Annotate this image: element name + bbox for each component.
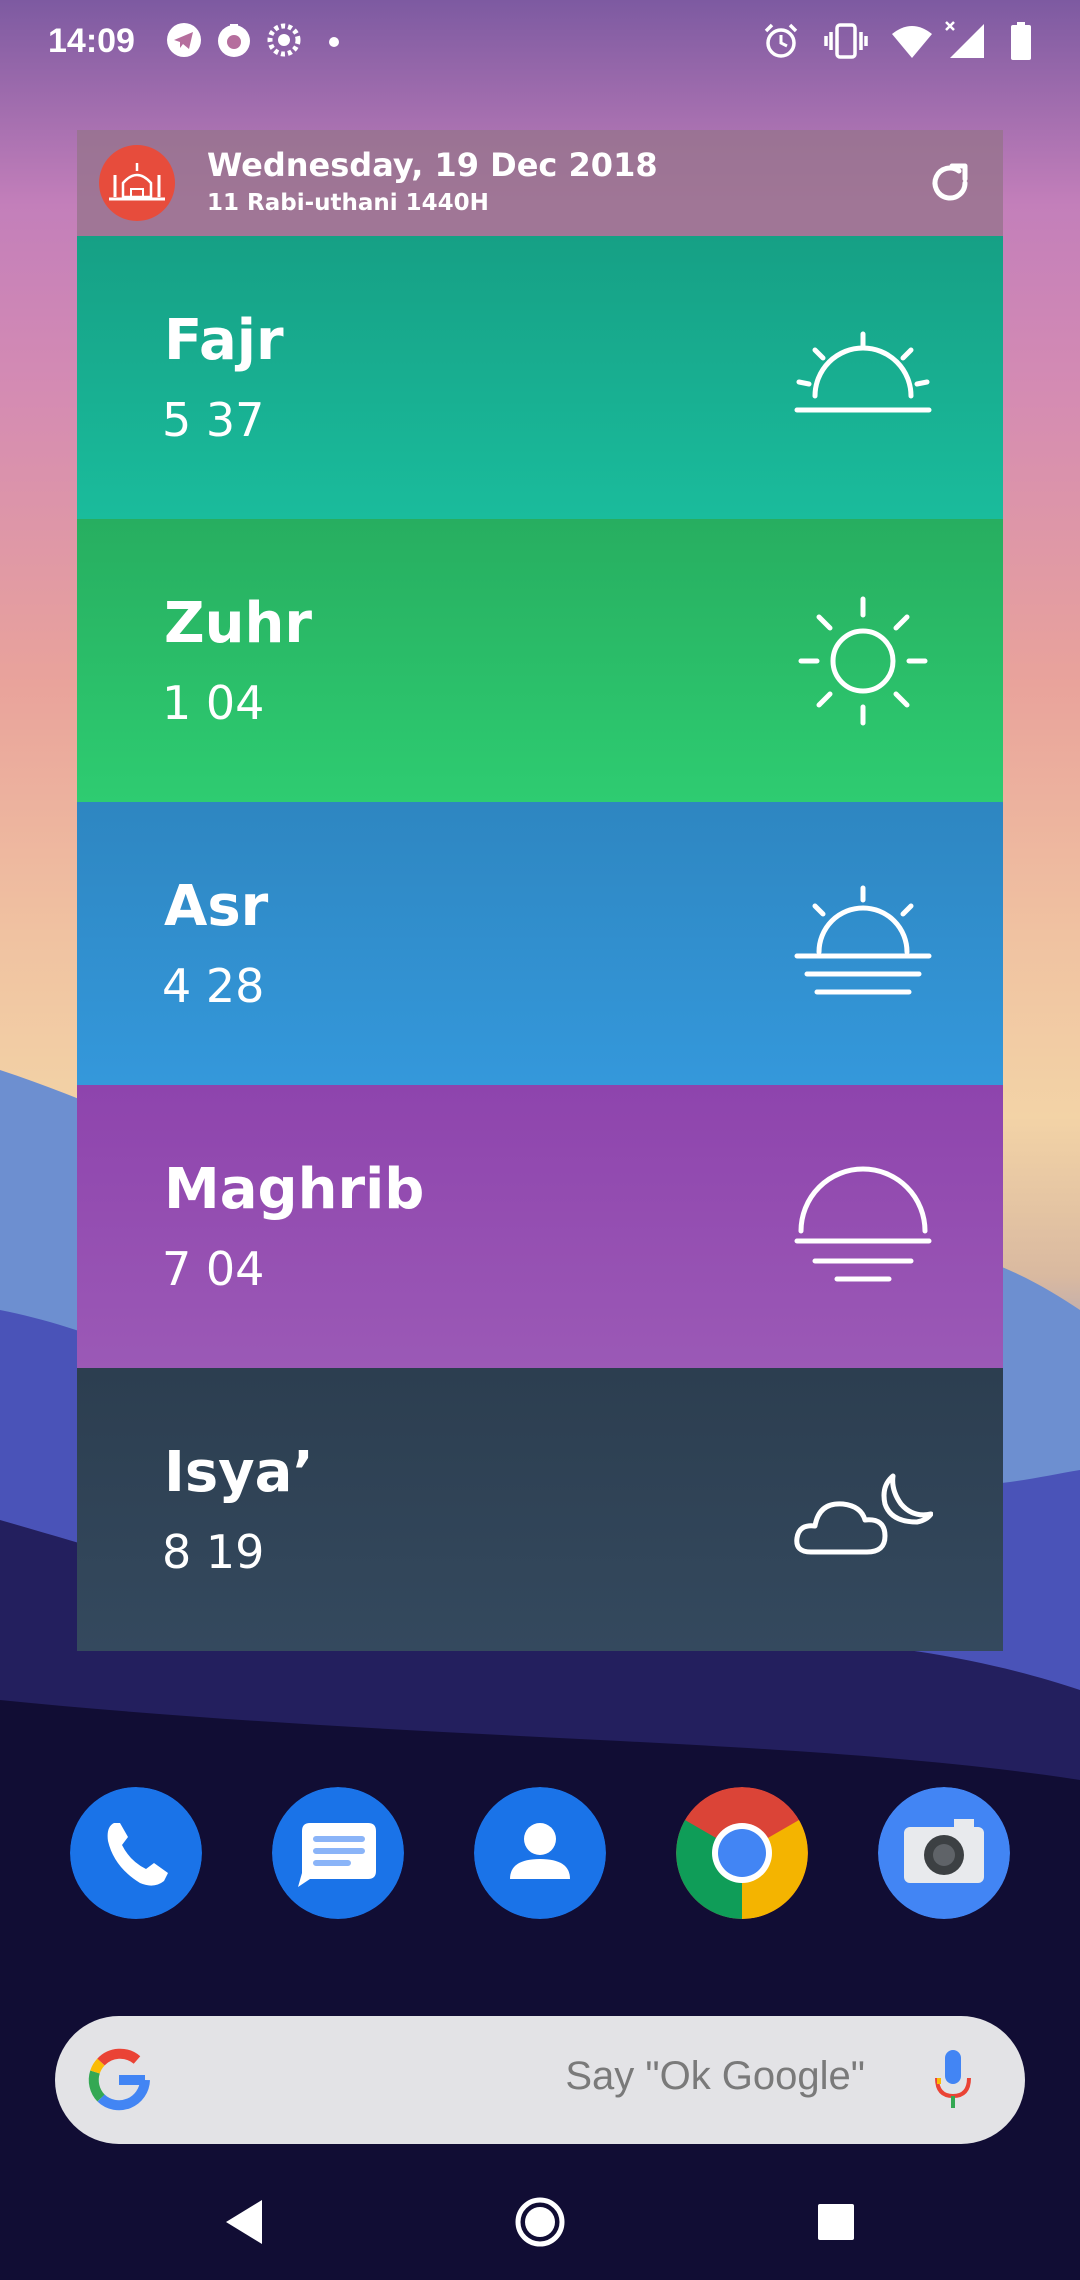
messages-icon[interactable] [272, 1787, 404, 1919]
contacts-icon[interactable] [474, 1787, 606, 1919]
cloud-moon-icon [794, 1473, 933, 1555]
prayer-row-isya[interactable]: Isya’ 8 19 [77, 1368, 1003, 1651]
dot-icon [329, 37, 339, 47]
prayer-row-fajr[interactable]: Fajr 5 37 [77, 236, 1003, 519]
hijri-date: 11 Rabi-uthani 1440H [207, 190, 489, 216]
sunset-icon [794, 1166, 932, 1282]
prayer-times-widget[interactable]: Wednesday, 19 Dec 2018 11 Rabi-uthani 14… [77, 130, 1003, 1651]
telegram-icon [167, 23, 201, 57]
mic-icon[interactable] [933, 2048, 973, 2112]
battery-icon [1011, 22, 1031, 60]
sun-icon [798, 596, 928, 726]
prayer-time: 7 04 [162, 1242, 265, 1296]
prayer-name: Asr [164, 874, 269, 939]
prayer-row-zuhr[interactable]: Zuhr 1 04 [77, 519, 1003, 802]
google-search-bar[interactable]: Say "Ok Google" [55, 2016, 1025, 2144]
home-button[interactable] [510, 2192, 570, 2252]
prayer-row-maghrib[interactable]: Maghrib 7 04 [77, 1085, 1003, 1368]
status-bar: 14:09 [0, 0, 1080, 92]
back-button[interactable] [214, 2192, 274, 2252]
alarm-icon [764, 23, 798, 58]
cell-signal-icon [945, 21, 984, 58]
prayer-time: 8 19 [162, 1525, 265, 1579]
prayer-name: Isya’ [164, 1440, 314, 1505]
camera-icon[interactable] [878, 1787, 1010, 1919]
gregorian-date: Wednesday, 19 Dec 2018 [207, 146, 658, 184]
search-hint: Say "Ok Google" [565, 2054, 865, 2098]
prayer-time: 4 28 [162, 959, 265, 1013]
vibrate-icon [824, 23, 868, 59]
recents-button[interactable] [806, 2192, 866, 2252]
widget-header: Wednesday, 19 Dec 2018 11 Rabi-uthani 14… [77, 130, 1003, 236]
status-time: 14:09 [48, 22, 135, 60]
navigation-bar [0, 2164, 1080, 2280]
sun-haze-icon [794, 885, 932, 995]
prayer-name: Maghrib [164, 1157, 425, 1222]
mosque-icon[interactable] [99, 145, 175, 221]
prayer-time: 5 37 [162, 393, 265, 447]
prayer-name: Zuhr [164, 591, 312, 656]
prayer-row-asr[interactable]: Asr 4 28 [77, 802, 1003, 1085]
google-logo-icon [88, 2048, 150, 2111]
app-dock [0, 1787, 1080, 1919]
prayer-time: 1 04 [162, 676, 265, 730]
refresh-icon[interactable] [925, 158, 975, 208]
wifi-icon [892, 26, 932, 58]
settings-notification-icon [267, 23, 301, 57]
prayer-name: Fajr [164, 308, 284, 373]
phone-icon[interactable] [70, 1787, 202, 1919]
chrome-icon[interactable] [676, 1787, 808, 1919]
app-notification-icon [218, 24, 250, 57]
sunrise-icon [794, 331, 932, 413]
